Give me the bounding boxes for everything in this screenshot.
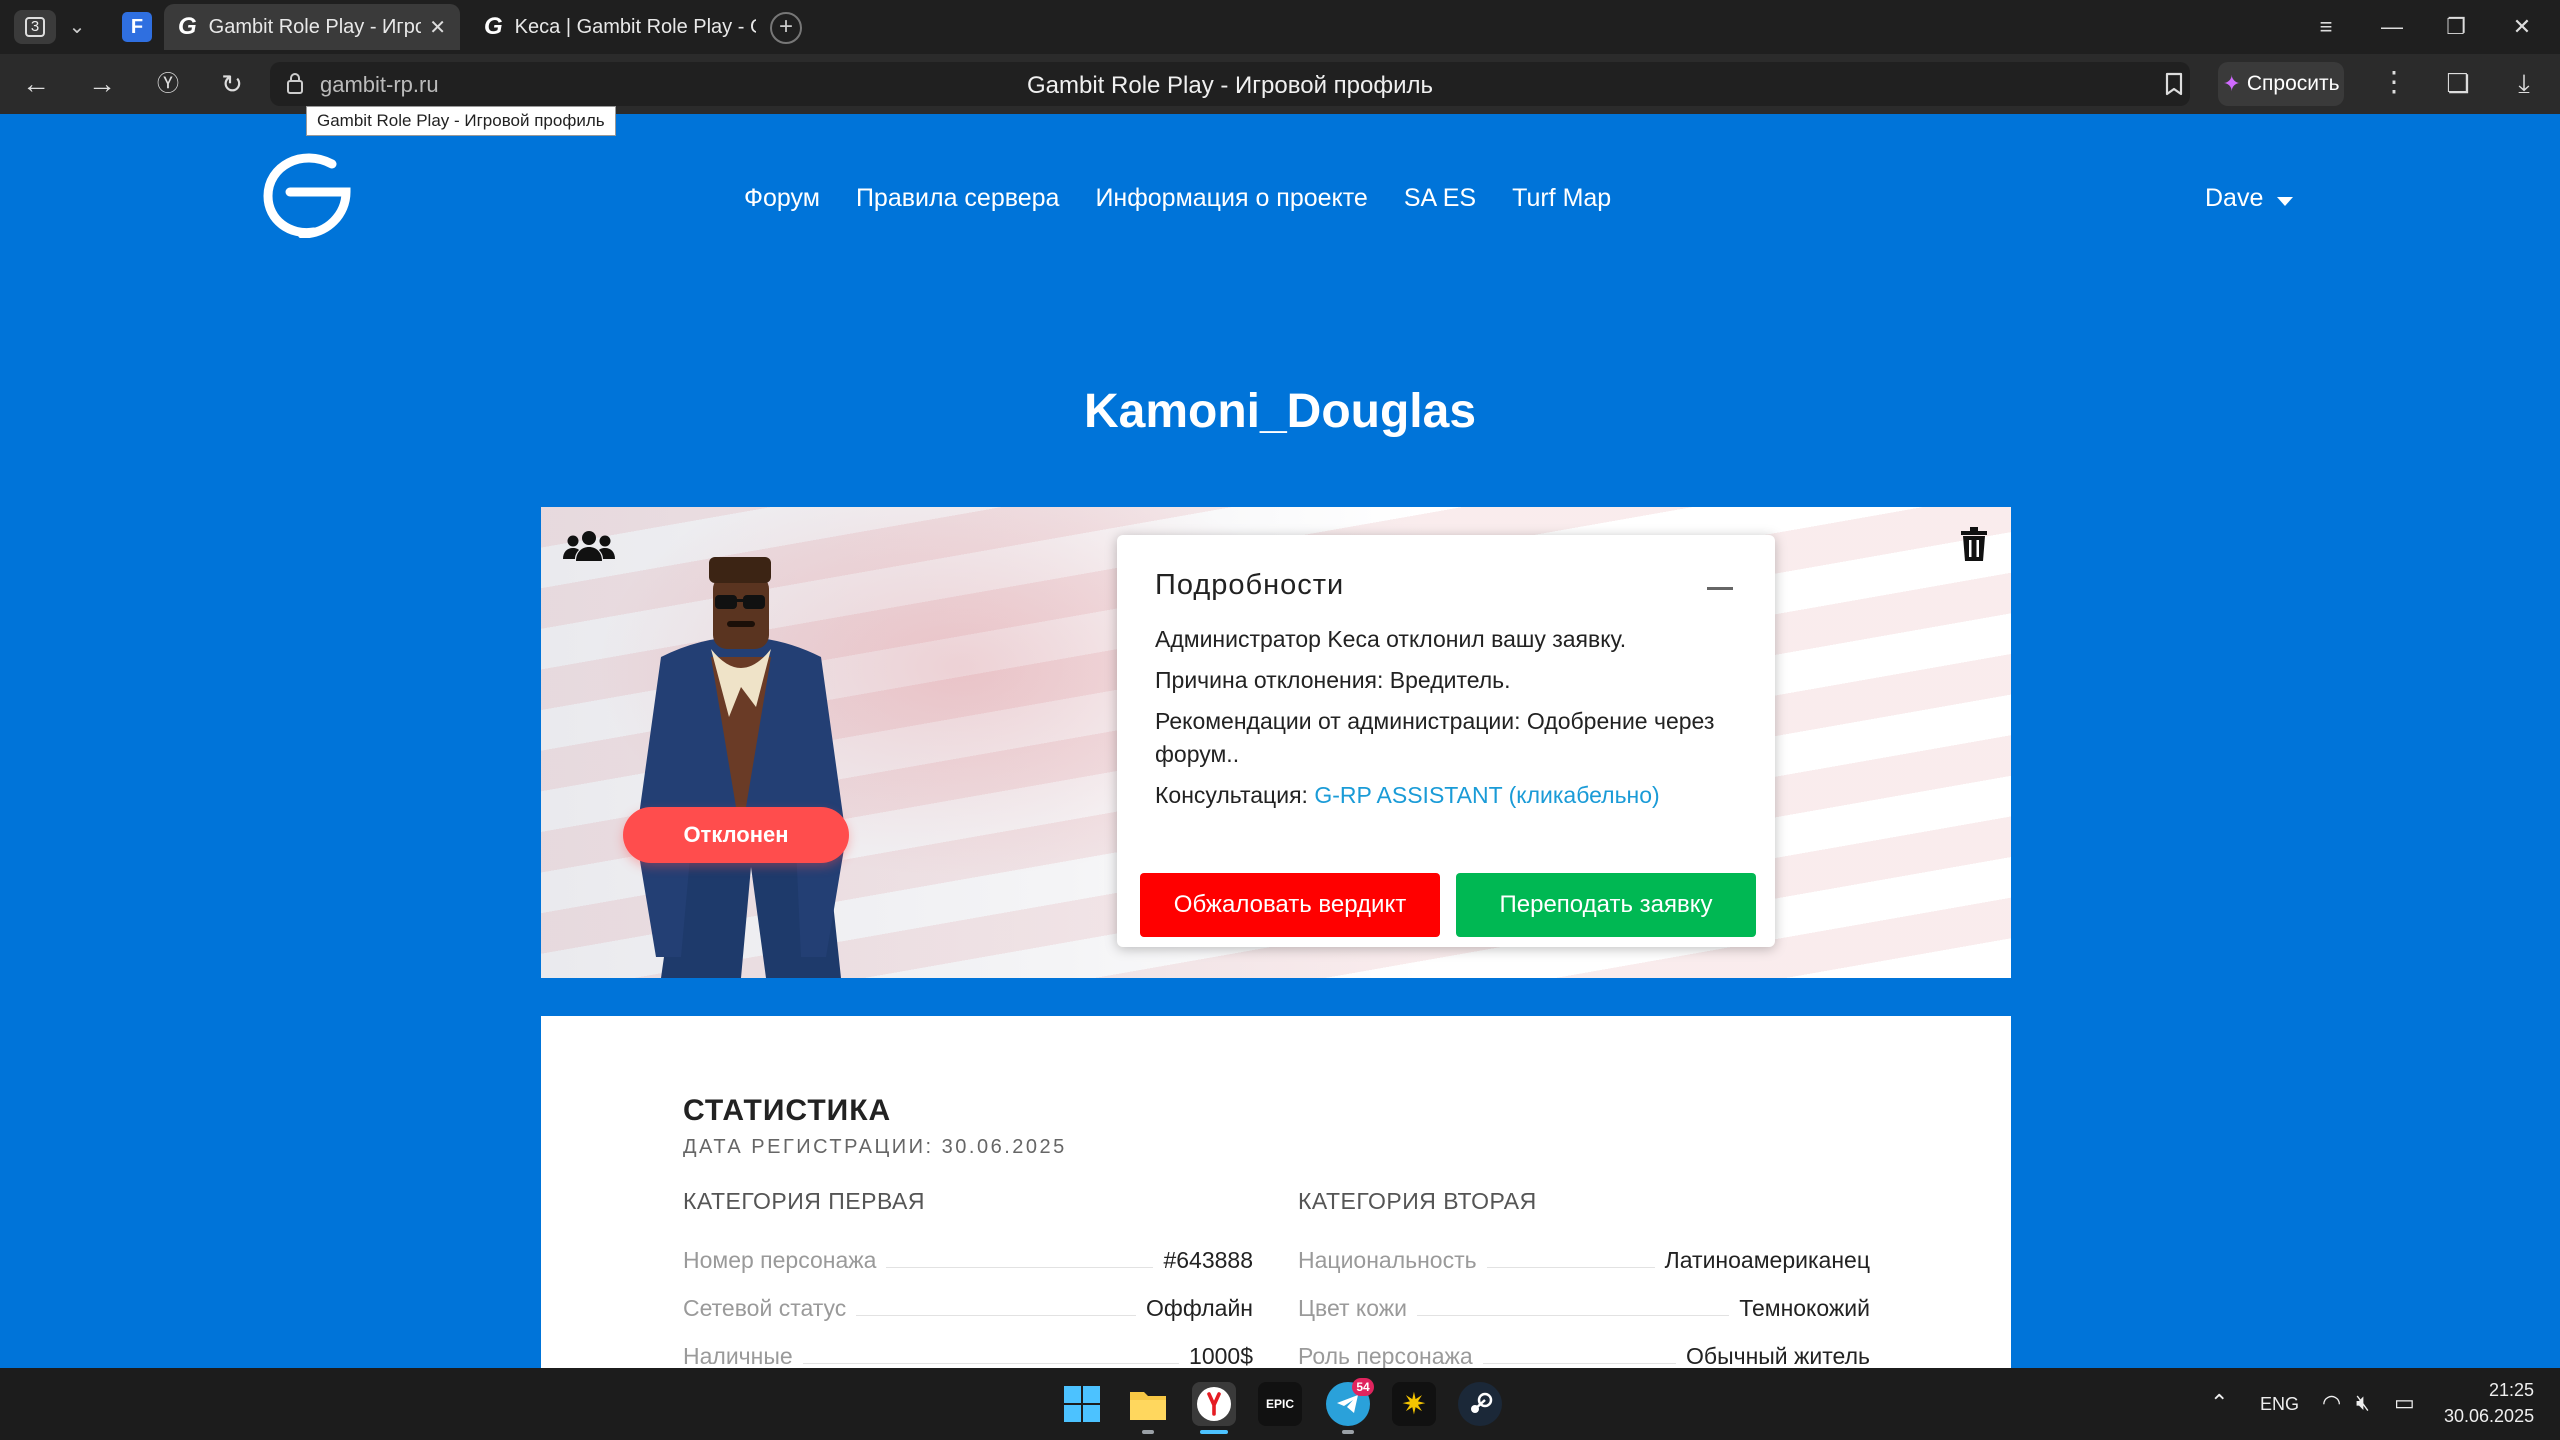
details-admin-line: Администратор Keca отклонил вашу заявку. (1155, 626, 1627, 652)
ask-label: Спросить (2246, 72, 2340, 95)
pinned-tab-f-icon[interactable]: F (122, 12, 152, 42)
reload-icon[interactable]: ↻ (212, 66, 252, 102)
stat-value: #643888 (1163, 1247, 1253, 1273)
minimize-icon[interactable]: — (2372, 10, 2412, 44)
category-first-heading: КАТЕГОРИЯ ПЕРВАЯ (683, 1188, 925, 1214)
forward-arrow-icon[interactable]: → (82, 66, 122, 102)
nav-forum[interactable]: Форум (744, 184, 820, 213)
gambit-favicon-icon: G (484, 13, 503, 40)
details-recommendation-line: Рекомендации от администрации: Одобрение… (1155, 708, 1715, 767)
back-arrow-icon[interactable]: ← (16, 66, 56, 102)
stats-title: СТАТИСТИКА (683, 1094, 892, 1127)
restore-icon[interactable]: ❐ (2436, 10, 2476, 44)
browser-tab-bar: 3 ⌄ F G Gambit Role Play - Игровой профи… (0, 0, 2560, 54)
stat-row: Национальность Латиноамериканец (1298, 1244, 1870, 1274)
appeal-verdict-button[interactable]: Обжаловать вердикт (1140, 873, 1440, 937)
caret-down-icon (2277, 197, 2294, 206)
telegram-unread-badge: 54 (1352, 1378, 1374, 1396)
details-title: Подробности (1155, 569, 1345, 601)
stat-label: Национальность (1298, 1247, 1477, 1273)
tab-counter-button[interactable]: 3 (14, 10, 56, 44)
tab-keca[interactable]: G Keca | Gambit Role Play - G (470, 4, 770, 50)
resubmit-application-button[interactable]: Переподать заявку (1456, 873, 1756, 937)
stat-value: Обычный житель (1686, 1343, 1870, 1369)
windows-taskbar: EPIC 54 ✷ ⌃ ENG ◠ 🔇︎ ▭ 21:25 30.06.2025 (0, 1368, 2560, 1440)
gambit-favicon-icon: G (178, 13, 197, 40)
profile-name: Kamoni_Douglas (1083, 385, 1477, 438)
details-consult-line: Консультация: G-RP ASSISTANT (кликабельн… (1155, 779, 1755, 812)
stat-value: Темнокожий (1739, 1295, 1870, 1321)
address-bar-row: ← → Ⓨ ↻ gambit-rp.ru Gambit Role Play - … (0, 54, 2560, 136)
clock-date[interactable]: 30.06.2025 (2444, 1406, 2534, 1427)
stat-row: Наличные 1000$ (683, 1340, 1253, 1370)
chevron-up-icon[interactable]: ⌃ (2210, 1390, 2228, 1416)
new-tab-plus-icon[interactable]: + (770, 12, 802, 44)
stat-label: Роль персонажа (1298, 1343, 1473, 1369)
details-panel: Подробности Администратор Keca отклонил … (1117, 535, 1775, 947)
telegram-icon[interactable]: 54 (1326, 1378, 1374, 1426)
stat-label: Номер персонажа (683, 1247, 877, 1273)
category-second-heading: КАТЕГОРИЯ ВТОРАЯ (1298, 1188, 1537, 1214)
close-window-icon[interactable]: ✕ (2502, 10, 2542, 44)
details-reason-line: Причина отклонения: Вредитель. (1155, 667, 1511, 693)
download-icon[interactable]: ⤓ (2508, 68, 2540, 100)
nav-server-rules[interactable]: Правила сервера (856, 184, 1059, 213)
tab-tooltip: Gambit Role Play - Игровой профиль (306, 106, 616, 136)
stat-label: Цвет кожи (1298, 1295, 1408, 1321)
yandex-icon[interactable]: Ⓨ (148, 66, 188, 102)
tab-count: 3 (25, 17, 45, 37)
file-explorer-icon[interactable] (1126, 1382, 1170, 1426)
stats-card: СТАТИСТИКА ДАТА РЕГИСТРАЦИИ: 30.06.2025 … (541, 1016, 2011, 1376)
nav-turf-map[interactable]: Turf Map (1512, 184, 1611, 213)
stat-row: Роль персонажа Обычный житель (1298, 1340, 1870, 1370)
user-name: Dave (2205, 184, 2264, 212)
collapse-minus-icon[interactable] (1707, 587, 1733, 590)
site-nav: Форум Правила сервера Информация о проек… (744, 184, 1611, 213)
battery-icon[interactable]: ▭ (2394, 1390, 2415, 1416)
more-vertical-icon[interactable]: ⋮ (2380, 68, 2408, 96)
stat-value: Латиноамериканец (1664, 1247, 1870, 1273)
bookmark-icon[interactable] (2160, 70, 2188, 98)
menu-lines-icon[interactable]: ≡ (2306, 10, 2346, 44)
clock-time[interactable]: 21:25 (2488, 1380, 2534, 1401)
consult-label: Консультация: (1155, 782, 1315, 808)
character-avatar (636, 557, 846, 978)
stat-label: Сетевой статус (683, 1295, 847, 1321)
character-card: Отклонен Подробности Администратор Keca … (541, 507, 2011, 978)
status-badge-rejected: Отклонен (623, 807, 849, 863)
stat-row: Сетевой статус Оффлайн (683, 1292, 1253, 1322)
gambit-logo[interactable] (262, 152, 352, 238)
stat-row: Цвет кожи Темнокожий (1298, 1292, 1870, 1322)
collections-icon[interactable]: ❏ (2442, 68, 2474, 100)
details-body: Администратор Keca отклонил вашу заявку.… (1155, 623, 1755, 820)
stat-value: 1000$ (1189, 1343, 1253, 1369)
stat-label: Наличные (683, 1343, 793, 1369)
user-menu[interactable]: Dave (2205, 184, 2294, 213)
epic-label: EPIC (1265, 1397, 1294, 1411)
speaker-muted-icon[interactable]: 🔇︎ (2356, 1390, 2370, 1416)
yandex-browser-icon[interactable] (1192, 1382, 1236, 1426)
language-indicator[interactable]: ENG (2260, 1394, 2299, 1415)
registration-date: ДАТА РЕГИСТРАЦИИ: 30.06.2025 (683, 1136, 1067, 1158)
chevron-down-icon[interactable]: ⌄ (64, 14, 90, 40)
stat-value: Оффлайн (1146, 1295, 1253, 1321)
close-icon[interactable]: ✕ (429, 15, 446, 40)
trash-icon[interactable] (1959, 527, 1989, 561)
steam-icon[interactable] (1458, 1382, 1502, 1426)
sun-app-icon[interactable]: ✷ (1392, 1382, 1436, 1426)
windows-start-icon[interactable] (1060, 1382, 1104, 1426)
wifi-icon[interactable]: ◠ (2322, 1390, 2341, 1416)
epic-games-icon[interactable]: EPIC (1258, 1382, 1302, 1426)
tab-gambit-profile[interactable]: G Gambit Role Play - Игровой профиль ✕ (164, 4, 460, 50)
ask-ai-button[interactable]: ✦ Спросить (2218, 62, 2344, 106)
tab-title: Gambit Role Play - Игровой профиль (208, 15, 422, 38)
url-field[interactable]: gambit-rp.ru Gambit Role Play - Игровой … (270, 62, 2190, 106)
page-title-center: Gambit Role Play - Игровой профиль (1026, 72, 1434, 99)
tab-title: Keca | Gambit Role Play - G (514, 15, 756, 38)
nav-project-info[interactable]: Информация о проекте (1095, 184, 1367, 213)
nav-sa-es[interactable]: SA ES (1404, 184, 1476, 213)
consult-assistant-link[interactable]: G-RP ASSISTANT (кликабельно) (1314, 782, 1659, 808)
ai-sparkle-icon: ✦ (2222, 71, 2241, 96)
stat-row: Номер персонажа #643888 (683, 1244, 1253, 1274)
